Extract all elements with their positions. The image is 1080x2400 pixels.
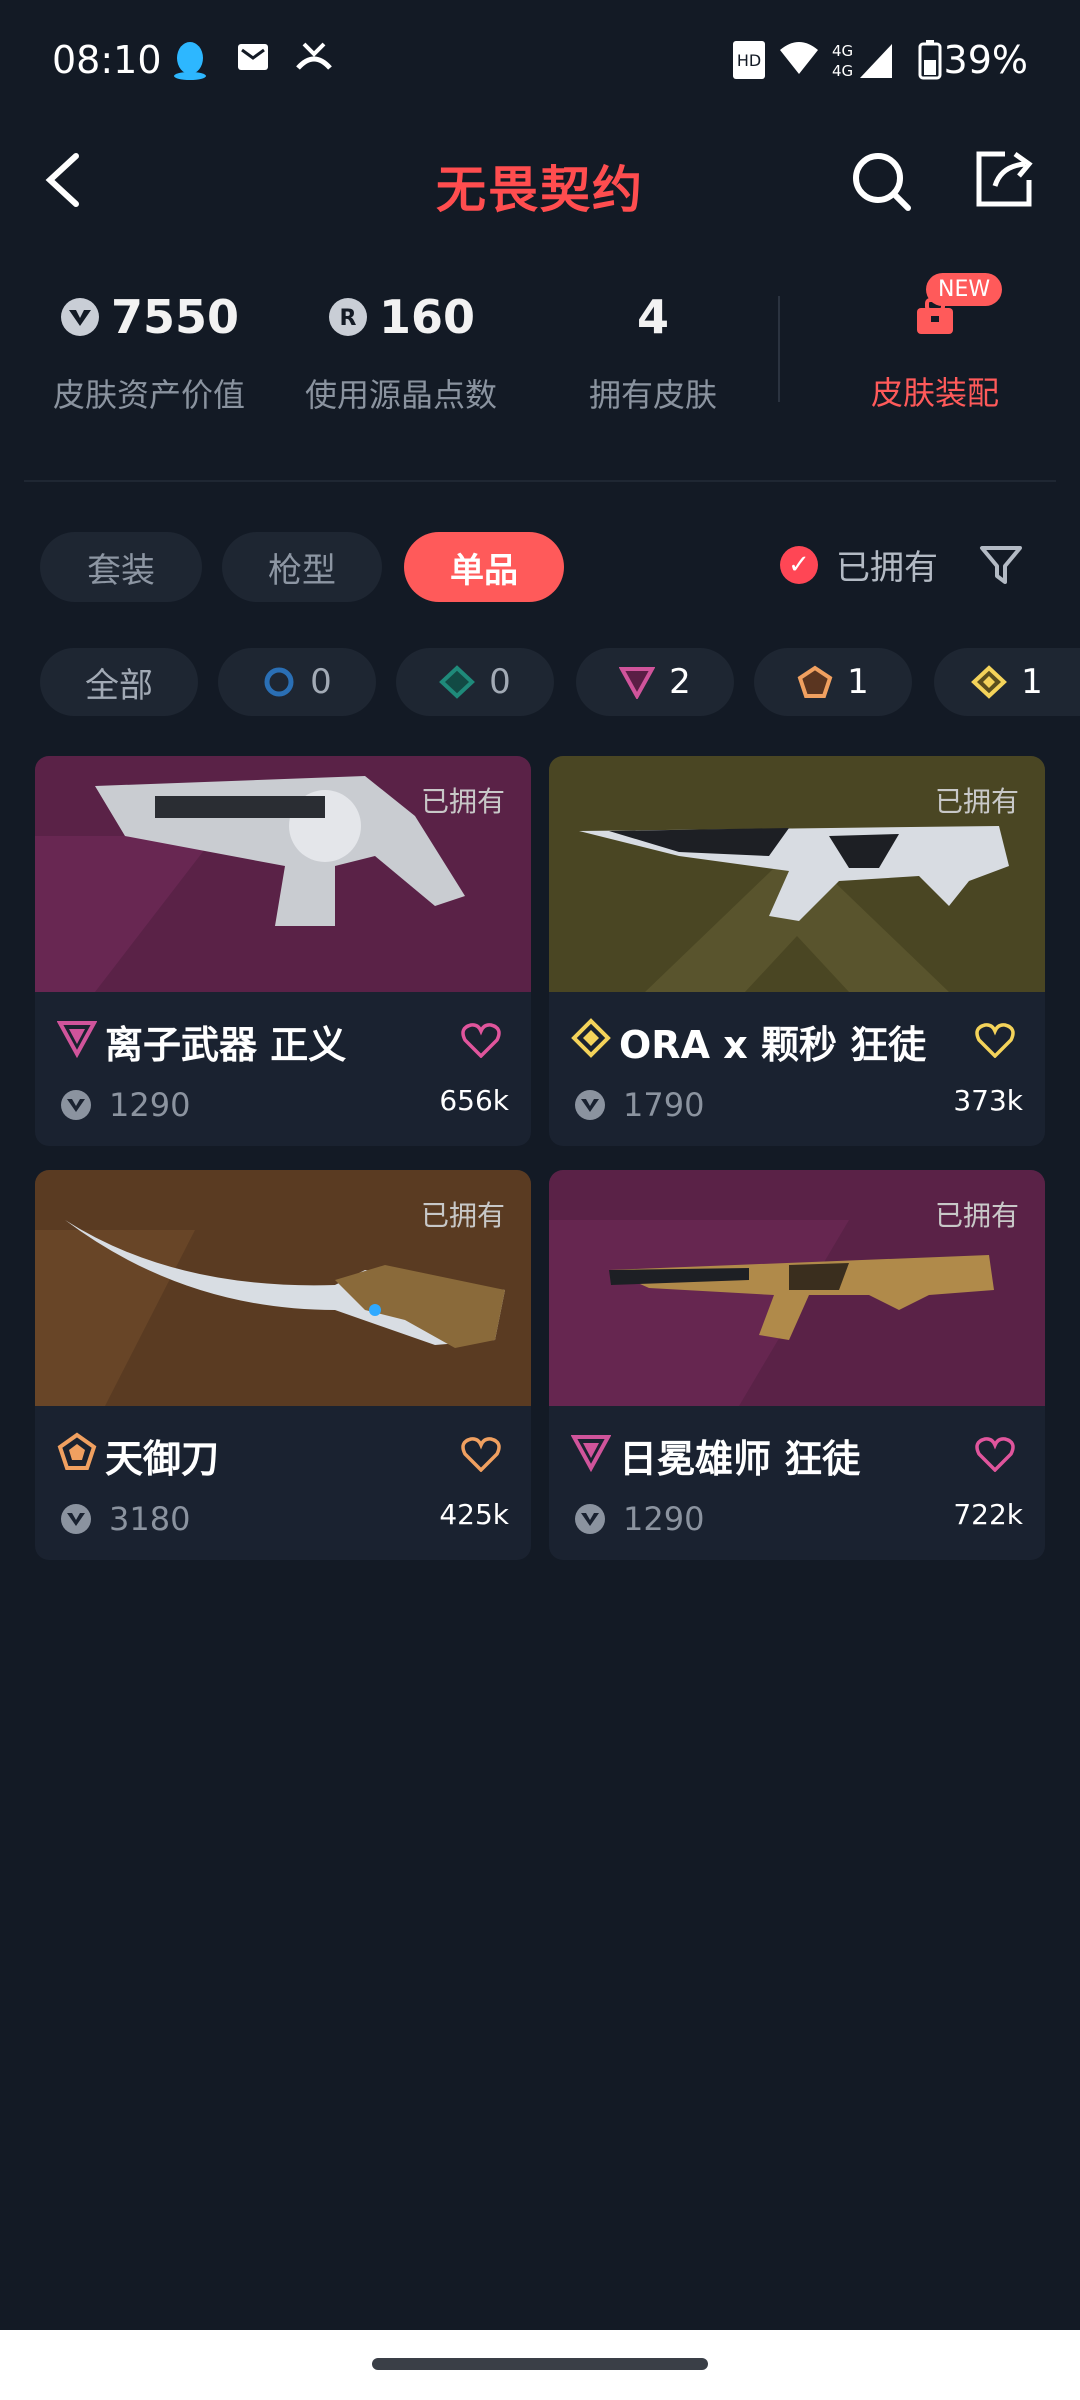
tier-count: 0 bbox=[489, 662, 511, 702]
tier-count: 1 bbox=[847, 662, 869, 702]
stat-asset-value: 7550 皮肤资产价值 bbox=[44, 290, 254, 416]
status-time: 08:10 bbox=[52, 38, 162, 82]
skin-card[interactable]: 已拥有 ORA x 颗秒 狂徒 1790 373k bbox=[549, 756, 1045, 1146]
price-value: 1790 bbox=[623, 1086, 705, 1124]
skin-card[interactable]: 已拥有 日冕雄师 狂徒 1290 722k bbox=[549, 1170, 1045, 1560]
skin-price: 3180 bbox=[59, 1500, 190, 1538]
new-badge: NEW bbox=[926, 273, 1003, 306]
skin-outfit-button[interactable]: 皮肤装配 bbox=[840, 290, 1030, 414]
hd-icon: HD bbox=[733, 41, 765, 79]
tier-chip-premium[interactable]: 2 bbox=[576, 648, 734, 716]
radianite-icon: R bbox=[328, 298, 367, 336]
stat-label: 皮肤资产价值 bbox=[52, 376, 245, 414]
tab-bundle[interactable]: 套装 bbox=[40, 532, 202, 602]
owned-label: 已拥有 bbox=[420, 1199, 505, 1232]
stat-label: 使用源晶点数 bbox=[304, 376, 497, 414]
tab-single-item[interactable]: 单品 bbox=[404, 532, 564, 602]
like-count: 425k bbox=[439, 1498, 509, 1531]
tier-chip-ultra[interactable]: 1 bbox=[934, 648, 1080, 716]
owned-label: 已拥有 bbox=[420, 785, 505, 818]
stat-label: 拥有皮肤 bbox=[588, 376, 717, 414]
exclusive-tier-icon bbox=[57, 1432, 97, 1470]
search-icon[interactable] bbox=[850, 150, 912, 212]
stats-divider bbox=[778, 296, 780, 402]
like-count: 373k bbox=[953, 1084, 1023, 1117]
skin-price: 1290 bbox=[59, 1086, 190, 1124]
like-count: 722k bbox=[953, 1498, 1023, 1531]
owned-filter-toggle[interactable]: ✓ 已拥有 bbox=[780, 540, 938, 589]
skin-name: 离子武器 正义 bbox=[105, 1023, 347, 1067]
check-icon: ✓ bbox=[780, 545, 818, 584]
page-title: 无畏契约 bbox=[436, 161, 644, 219]
heart-icon[interactable] bbox=[461, 1436, 501, 1472]
signal-icon: 4G4G bbox=[832, 42, 892, 80]
skin-name: 日冕雄师 狂徒 bbox=[619, 1437, 861, 1481]
ultra-tier-icon bbox=[571, 1018, 611, 1058]
skin-card[interactable]: 已拥有 离子武器 正义 1290 656k bbox=[35, 756, 531, 1146]
skin-card[interactable]: 已拥有 天御刀 3180 425k bbox=[35, 1170, 531, 1560]
stat-value: 4 bbox=[636, 290, 669, 344]
tier-count: 1 bbox=[1021, 662, 1043, 702]
ultra-tier-icon bbox=[971, 665, 1008, 699]
tab-weapon-type[interactable]: 枪型 bbox=[222, 532, 382, 602]
premium-tier-icon bbox=[571, 1435, 611, 1472]
stat-owned-skins: 4 拥有皮肤 bbox=[548, 290, 758, 416]
premium-tier-icon bbox=[619, 667, 656, 699]
skin-price: 1790 bbox=[573, 1086, 704, 1124]
vp-coin-icon bbox=[575, 1504, 605, 1534]
vp-coin-icon bbox=[61, 1504, 91, 1534]
select-tier-icon bbox=[264, 667, 294, 697]
heart-icon[interactable] bbox=[461, 1022, 501, 1058]
owned-filter-label: 已拥有 bbox=[836, 548, 938, 588]
skin-price: 1290 bbox=[573, 1500, 704, 1538]
missed-call-icon bbox=[296, 42, 332, 70]
owned-label: 已拥有 bbox=[934, 785, 1019, 818]
share-icon[interactable] bbox=[975, 150, 1033, 208]
heart-icon[interactable] bbox=[975, 1022, 1015, 1058]
tier-chip-select[interactable]: 0 bbox=[218, 648, 376, 716]
like-count: 656k bbox=[439, 1084, 509, 1117]
tier-count: 2 bbox=[669, 662, 691, 702]
tier-chip-deluxe[interactable]: 0 bbox=[396, 648, 554, 716]
wifi-icon bbox=[780, 42, 818, 74]
tier-chip-exclusive[interactable]: 1 bbox=[754, 648, 912, 716]
status-bar: 08:10 HD 4G 4G 39% bbox=[0, 0, 1080, 120]
heart-icon[interactable] bbox=[975, 1436, 1015, 1472]
tier-count: 0 bbox=[310, 662, 332, 702]
vp-coin-icon bbox=[60, 298, 99, 336]
price-value: 1290 bbox=[109, 1086, 191, 1124]
owned-label: 已拥有 bbox=[934, 1199, 1019, 1232]
stat-value: 160 bbox=[378, 290, 476, 344]
skin-name: 天御刀 bbox=[105, 1437, 220, 1481]
home-indicator[interactable] bbox=[372, 2358, 708, 2370]
outfit-label: 皮肤装配 bbox=[870, 374, 999, 412]
vp-coin-icon bbox=[61, 1090, 91, 1120]
battery-percent: 39% bbox=[943, 38, 1028, 82]
premium-tier-icon bbox=[57, 1021, 97, 1058]
tier-chip-all[interactable]: 全部 bbox=[40, 648, 198, 716]
exclusive-tier-icon bbox=[797, 665, 833, 698]
price-value: 1290 bbox=[623, 1500, 705, 1538]
section-divider bbox=[24, 480, 1056, 482]
mail-icon bbox=[238, 44, 268, 70]
svg-text:4G: 4G bbox=[832, 42, 853, 60]
battery-icon bbox=[918, 40, 942, 80]
svg-text:4G: 4G bbox=[832, 62, 853, 80]
price-value: 3180 bbox=[109, 1500, 191, 1538]
stat-value: 7550 bbox=[110, 290, 240, 344]
deluxe-tier-icon bbox=[439, 665, 476, 699]
svg-text:HD: HD bbox=[737, 51, 761, 70]
stat-radianite: R 160 使用源晶点数 bbox=[296, 290, 506, 416]
skin-name: ORA x 颗秒 狂徒 bbox=[619, 1023, 927, 1067]
qq-icon bbox=[174, 42, 206, 80]
svg-text:R: R bbox=[340, 306, 357, 331]
filter-icon[interactable] bbox=[976, 540, 1026, 590]
vp-coin-icon bbox=[575, 1090, 605, 1120]
